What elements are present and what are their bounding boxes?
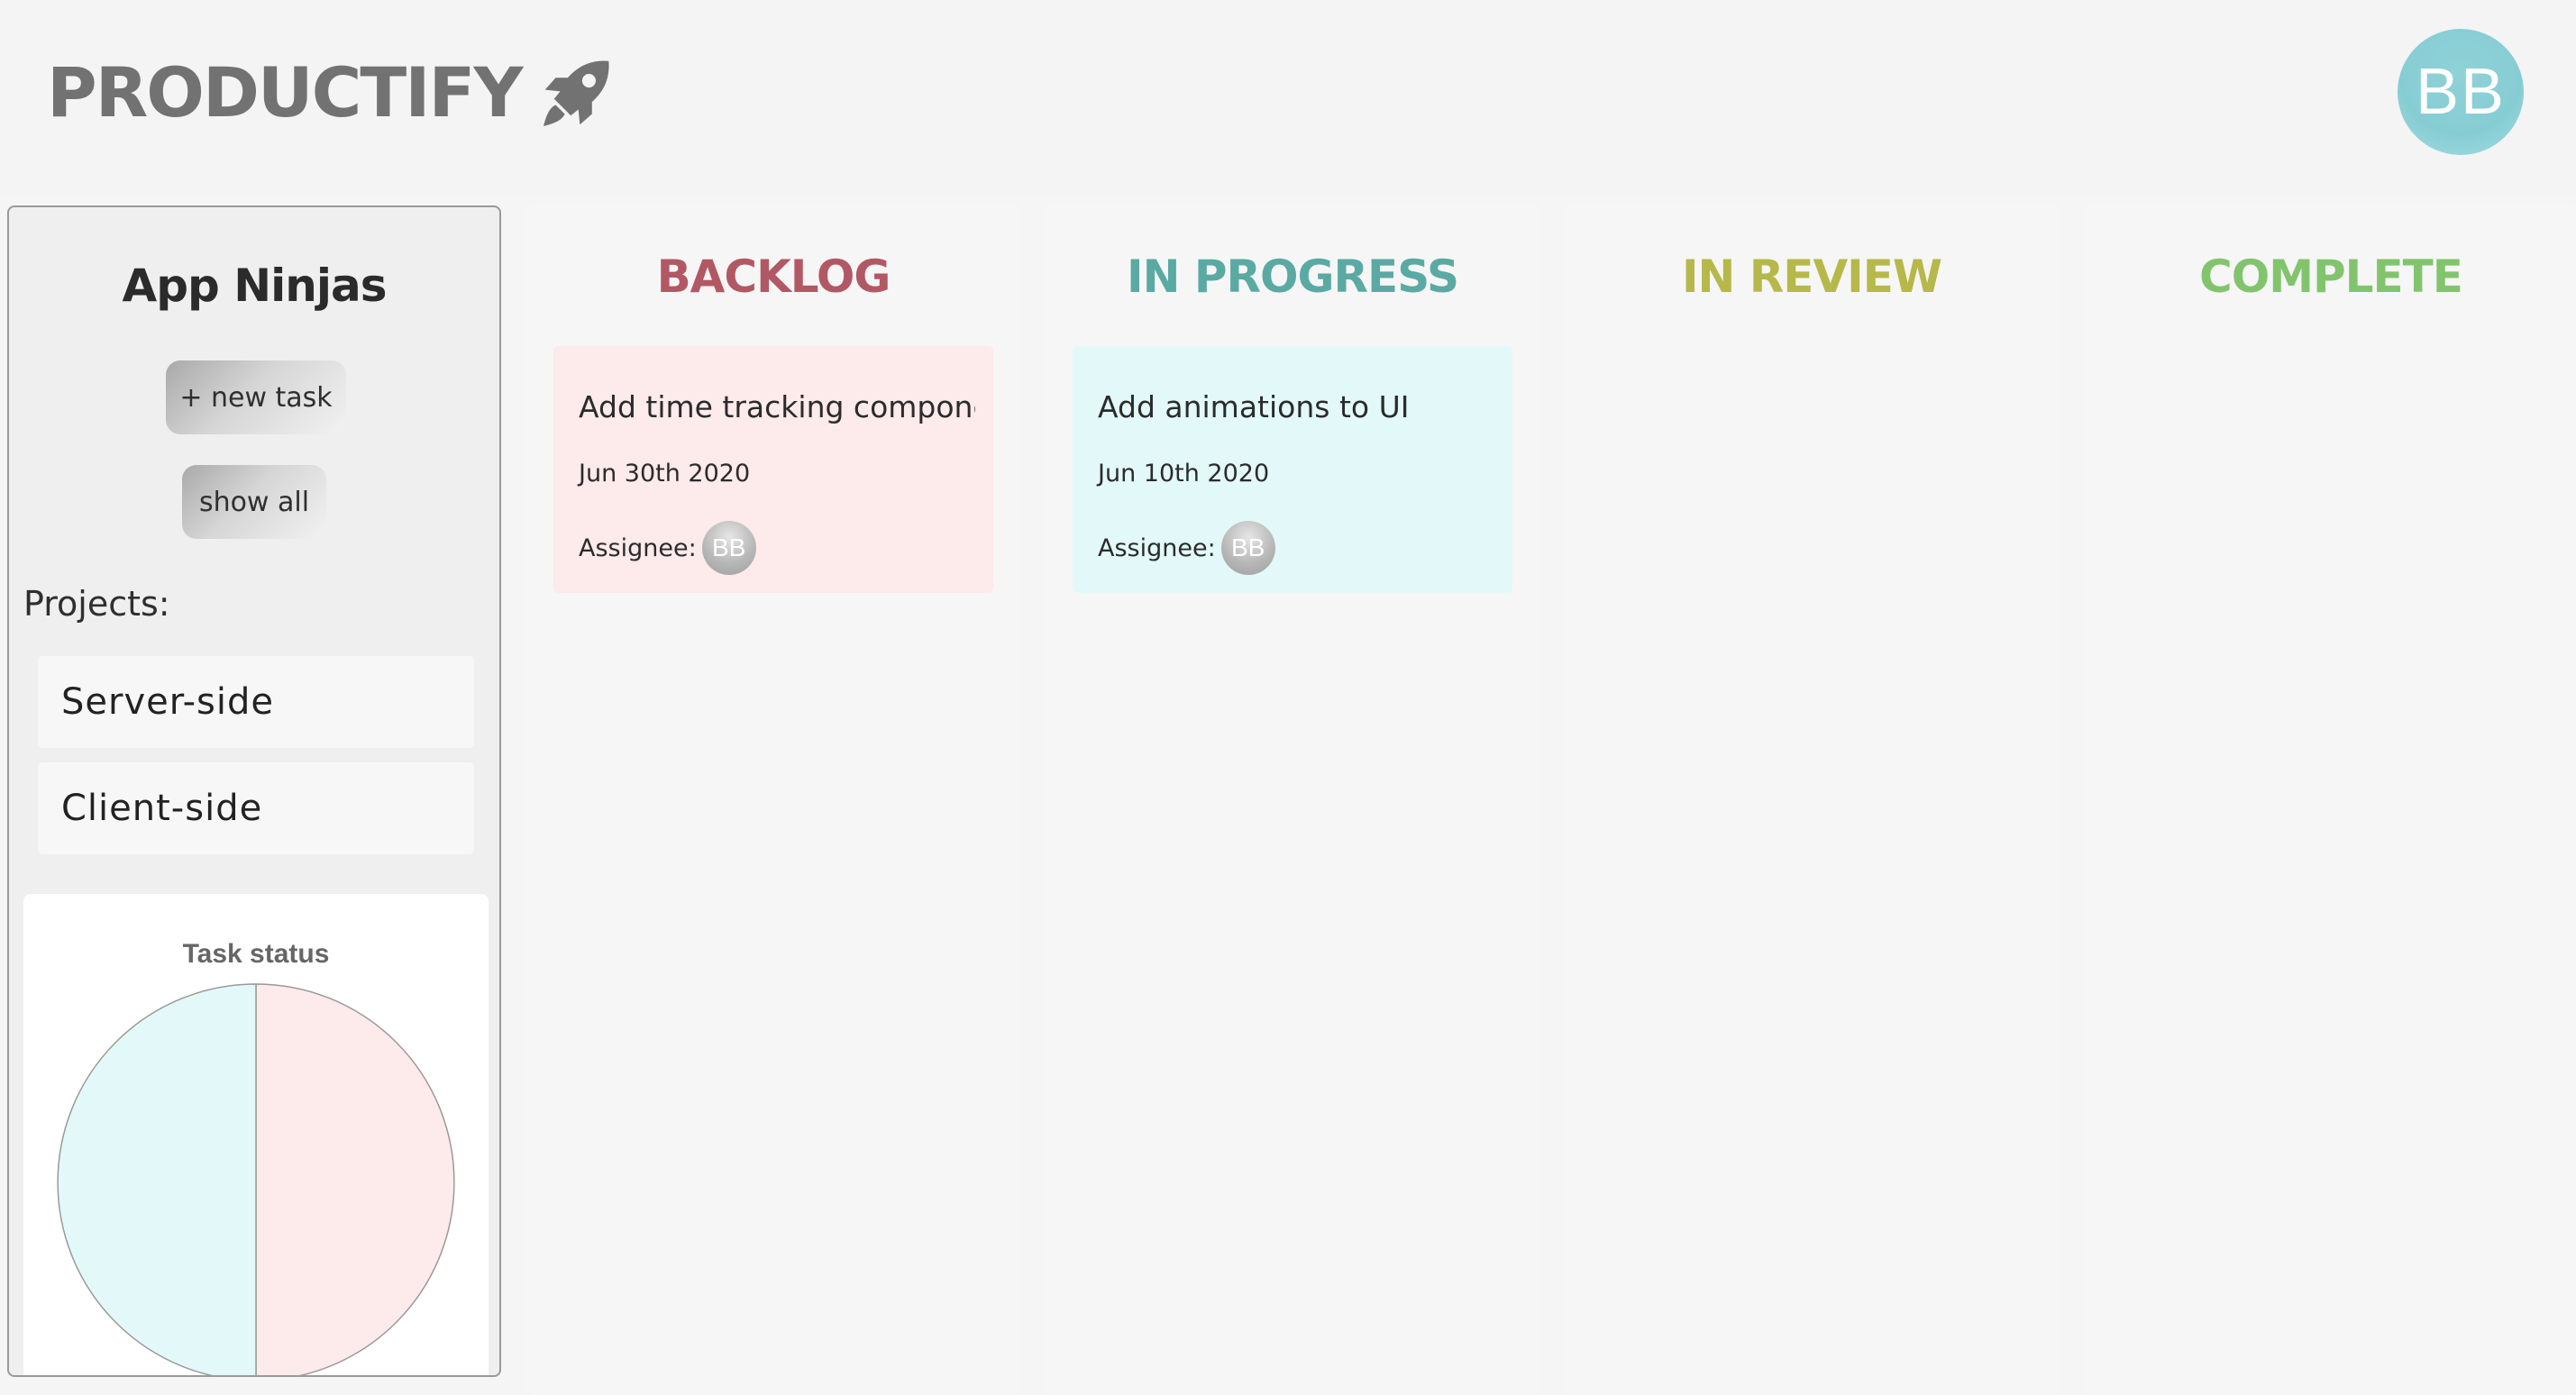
column-title-complete: COMPLETE xyxy=(2199,251,2463,303)
rocket-icon xyxy=(544,59,610,126)
task-card[interactable]: Add animations to UI Jun 10th 2020 Assig… xyxy=(1073,346,1512,593)
project-item-server-side[interactable]: Server-side xyxy=(38,656,474,748)
column-title-in-progress: IN PROGRESS xyxy=(1127,251,1459,303)
user-avatar[interactable]: BB xyxy=(2398,29,2524,155)
app-header: PRODUCTIFY BB xyxy=(0,0,2576,195)
pie-slice[interactable] xyxy=(255,983,455,1377)
assignee-label: Assignee: xyxy=(1098,533,1216,562)
assignee-avatar[interactable]: BB xyxy=(701,521,756,575)
assignee-avatar[interactable]: BB xyxy=(1220,521,1275,575)
sidebar: App Ninjas + new task show all Projects:… xyxy=(7,205,501,1377)
column-in-review: IN REVIEW xyxy=(1565,205,2059,1395)
task-date: Jun 30th 2020 xyxy=(579,460,751,488)
app-logo[interactable]: PRODUCTIFY xyxy=(47,52,615,132)
new-task-button[interactable]: + new task xyxy=(166,360,346,434)
team-title: App Ninjas xyxy=(122,260,388,312)
app-logo-text: PRODUCTIFY xyxy=(47,52,523,132)
task-status-chart: Task status xyxy=(23,894,489,1377)
show-all-button[interactable]: show all xyxy=(182,465,326,539)
task-title: Add animations to UI xyxy=(1098,389,1410,424)
projects-label: Projects: xyxy=(23,584,170,624)
task-assignee: Assignee: BB xyxy=(1098,521,1275,575)
pie-chart xyxy=(57,983,455,1377)
column-complete: COMPLETE xyxy=(2084,205,2576,1395)
task-title: Add time tracking compone... xyxy=(579,389,975,424)
column-title-backlog: BACKLOG xyxy=(656,251,891,303)
project-item-client-side[interactable]: Client-side xyxy=(38,762,474,854)
column-title-in-review: IN REVIEW xyxy=(1681,251,1942,303)
pie-slice[interactable] xyxy=(57,983,257,1377)
task-assignee: Assignee: BB xyxy=(579,521,756,575)
column-backlog: BACKLOG Add time tracking compone... Jun… xyxy=(526,205,1020,1395)
task-card[interactable]: Add time tracking compone... Jun 30th 20… xyxy=(553,346,993,593)
assignee-label: Assignee: xyxy=(579,533,697,562)
column-in-progress: IN PROGRESS Add animations to UI Jun 10t… xyxy=(1046,205,1539,1395)
task-date: Jun 10th 2020 xyxy=(1098,460,1270,488)
